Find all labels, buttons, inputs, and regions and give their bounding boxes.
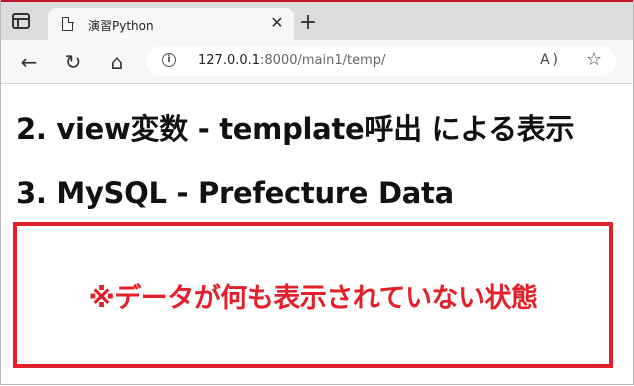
window-frame — [0, 0, 634, 385]
